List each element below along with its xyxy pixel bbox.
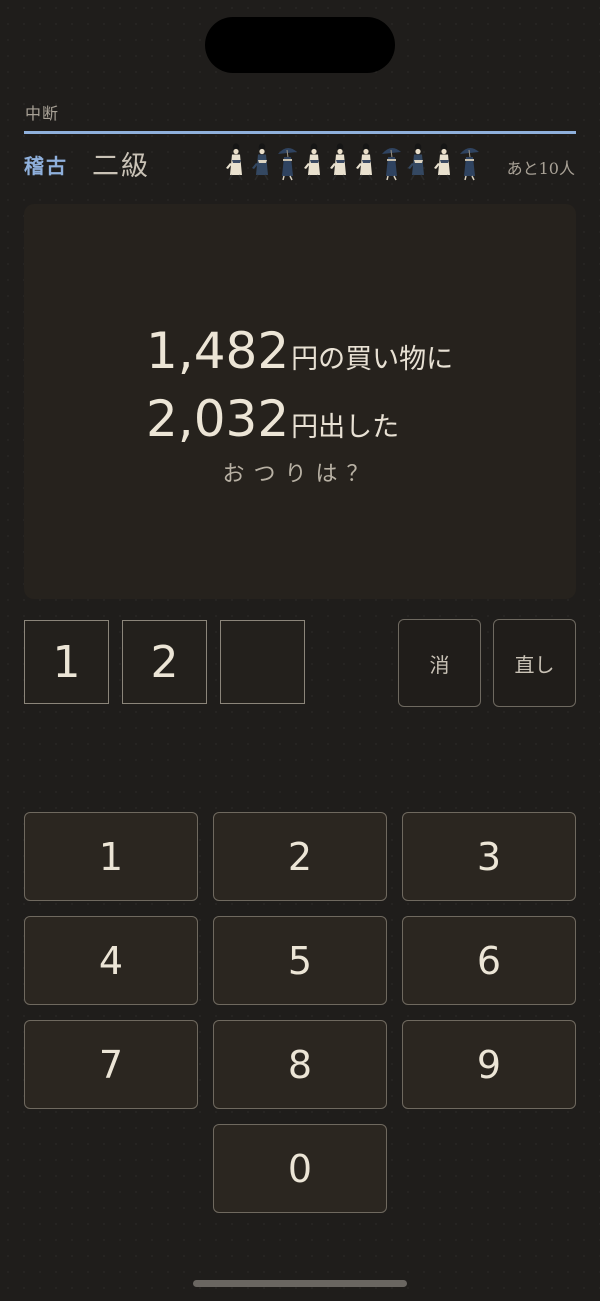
key-4[interactable]: 4 [24, 916, 198, 1005]
key-9[interactable]: 9 [402, 1020, 576, 1109]
home-indicator[interactable] [193, 1280, 407, 1287]
customer-figure-icon [382, 147, 401, 181]
paid-line: 2,032 円出した [146, 390, 399, 448]
reset-button[interactable]: 直し [493, 619, 576, 707]
customer-figure-icon [356, 143, 373, 181]
customer-figure-icon [278, 147, 297, 181]
grade-label: 二級 [92, 151, 150, 182]
customer-figure-icon [252, 143, 269, 181]
customer-figure-icon [434, 143, 451, 181]
answer-digit-2: 2 [122, 620, 207, 704]
mode-label: 稽古 [24, 154, 68, 178]
customer-queue [224, 143, 481, 181]
camera-notch [205, 17, 395, 73]
key-7[interactable]: 7 [24, 1020, 198, 1109]
key-0[interactable]: 0 [213, 1124, 387, 1213]
key-6[interactable]: 6 [402, 916, 576, 1005]
price-suffix: 円の買い物に [291, 344, 454, 375]
progress-bar [24, 131, 576, 134]
price-line: 1,482 円の買い物に [146, 322, 453, 380]
answer-digit-1: 1 [24, 620, 109, 704]
customer-figure-icon [460, 147, 479, 181]
problem-card: 1,482 円の買い物に 2,032 円出した おつりは？ [24, 204, 576, 599]
price-amount: 1,482 [146, 322, 290, 380]
paid-amount: 2,032 [146, 390, 290, 448]
clear-button[interactable]: 消 [398, 619, 481, 707]
abort-button[interactable]: 中断 [25, 100, 59, 124]
key-1[interactable]: 1 [24, 812, 198, 901]
progress-bar-fill [24, 131, 576, 134]
key-3[interactable]: 3 [402, 812, 576, 901]
customer-figure-icon [226, 143, 243, 181]
paid-suffix: 円出した [291, 412, 400, 443]
customer-figure-icon [330, 143, 347, 181]
question-text: おつりは？ [222, 462, 378, 487]
customer-figure-icon [408, 143, 425, 181]
key-2[interactable]: 2 [213, 812, 387, 901]
answer-digit-3 [220, 620, 305, 704]
key-8[interactable]: 8 [213, 1020, 387, 1109]
remaining-count: あと10人 [506, 159, 575, 178]
customer-figure-icon [304, 143, 321, 181]
key-5[interactable]: 5 [213, 916, 387, 1005]
